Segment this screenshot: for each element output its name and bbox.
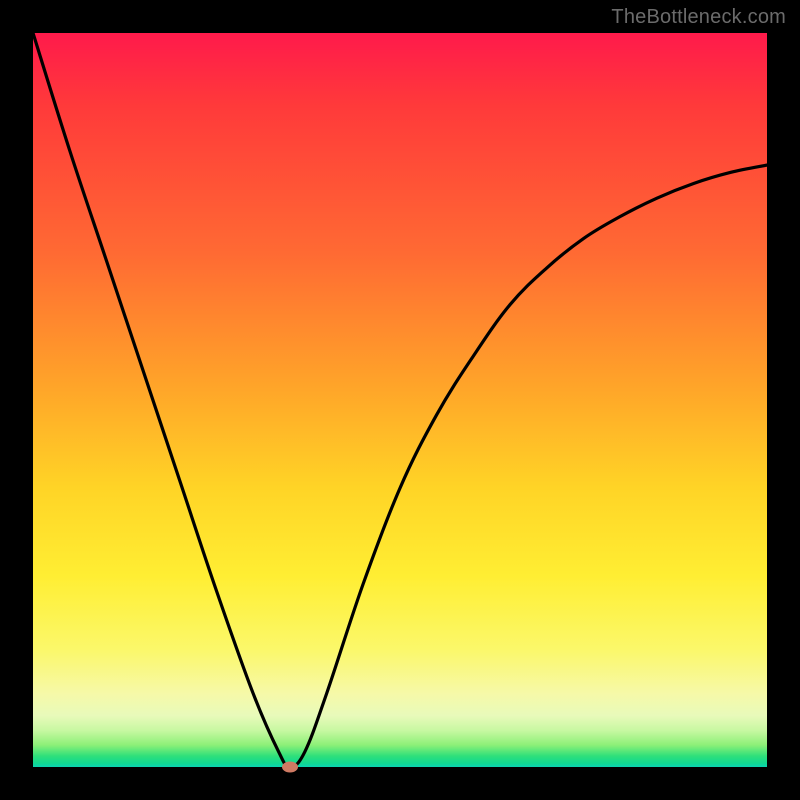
bottleneck-curve: [33, 33, 767, 767]
min-point-marker: [282, 762, 298, 773]
curve-svg: [33, 33, 767, 767]
plot-area: [33, 33, 767, 767]
watermark-text: TheBottleneck.com: [611, 6, 786, 29]
chart-frame: TheBottleneck.com: [0, 0, 800, 800]
